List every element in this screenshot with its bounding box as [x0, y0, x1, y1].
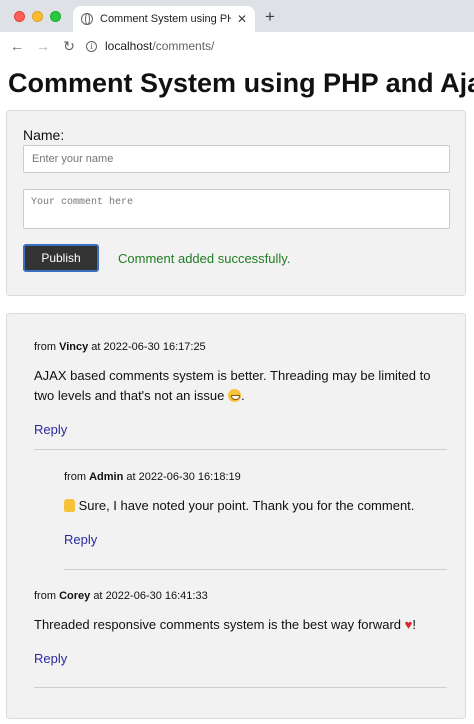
comment-item: from Vincy at 2022-06-30 16:17:25 AJAX b… [34, 341, 444, 439]
comment-textarea[interactable] [23, 189, 450, 229]
name-input[interactable] [23, 145, 450, 173]
maximize-window-icon[interactable] [50, 11, 61, 22]
comment-author: Vincy [59, 341, 89, 353]
divider [34, 687, 447, 688]
divider [64, 569, 447, 570]
page-title: Comment System using PHP and Ajax [8, 68, 474, 98]
info-icon[interactable]: i [86, 40, 97, 52]
reply-comment-item: from Admin at 2022-06-30 16:18:19 Sure, … [64, 471, 444, 549]
close-window-icon[interactable] [14, 11, 25, 22]
comment-timestamp: 2022-06-30 16:17:25 [103, 341, 206, 353]
comment-form: Name: Publish Comment added successfully… [6, 110, 466, 296]
comment-author: Corey [59, 590, 91, 602]
comment-meta: from Corey at 2022-06-30 16:41:33 [34, 590, 444, 602]
comment-meta: from Vincy at 2022-06-30 16:17:25 [34, 341, 444, 353]
comments-list: from Vincy at 2022-06-30 16:17:25 AJAX b… [6, 313, 466, 719]
comment-author: Admin [89, 471, 124, 483]
comment-text-body: Threaded responsive comments system is t… [34, 617, 405, 632]
comment-text: Sure, I have noted your point. Thank you… [64, 496, 444, 516]
comment-text-suffix: ! [412, 617, 416, 632]
reply-link[interactable]: Reply [34, 422, 67, 437]
url-path: /comments/ [152, 39, 215, 53]
comment-text-suffix: . [241, 388, 245, 403]
from-label: from [34, 341, 56, 353]
comment-timestamp: 2022-06-30 16:41:33 [105, 590, 208, 602]
reply-link[interactable]: Reply [64, 532, 97, 547]
from-label: from [34, 590, 56, 602]
tab-close-icon[interactable]: ✕ [237, 12, 247, 26]
divider [34, 449, 447, 450]
comment-meta: from Admin at 2022-06-30 16:18:19 [64, 471, 444, 483]
browser-chrome: Comment System using PHP a ✕ + ← → ↻ i l… [0, 0, 474, 60]
comment-text: AJAX based comments system is better. Th… [34, 366, 444, 406]
browser-toolbar: ← → ↻ i localhost /comments/ [0, 32, 474, 60]
globe-icon [81, 13, 93, 25]
name-label: Name: [23, 127, 65, 143]
from-label: from [64, 471, 86, 483]
reload-icon[interactable]: ↻ [56, 38, 82, 55]
url-host: localhost [105, 39, 153, 53]
comment-text: Threaded responsive comments system is t… [34, 615, 444, 635]
minimize-window-icon[interactable] [32, 11, 43, 22]
browser-tab[interactable]: Comment System using PHP a ✕ [73, 6, 255, 32]
status-message: Comment added successfully. [118, 251, 291, 266]
comment-timestamp: 2022-06-30 16:18:19 [138, 471, 241, 483]
at-label: at [91, 341, 101, 353]
window-controls [14, 11, 61, 22]
comment-text-body: Sure, I have noted your point. Thank you… [75, 498, 415, 513]
tab-title: Comment System using PHP a [100, 13, 231, 25]
publish-button[interactable]: Publish [23, 244, 99, 272]
at-label: at [93, 590, 103, 602]
comment-item: from Corey at 2022-06-30 16:41:33 Thread… [34, 590, 444, 668]
at-label: at [126, 471, 136, 483]
grinning-face-icon [228, 389, 241, 402]
new-tab-button[interactable]: + [265, 7, 275, 27]
address-bar[interactable]: i localhost /comments/ [86, 36, 214, 56]
reply-link[interactable]: Reply [34, 651, 67, 666]
back-arrow-icon[interactable]: ← [4, 38, 30, 54]
thumbs-up-icon [64, 499, 75, 512]
forward-arrow-icon[interactable]: → [30, 38, 56, 54]
